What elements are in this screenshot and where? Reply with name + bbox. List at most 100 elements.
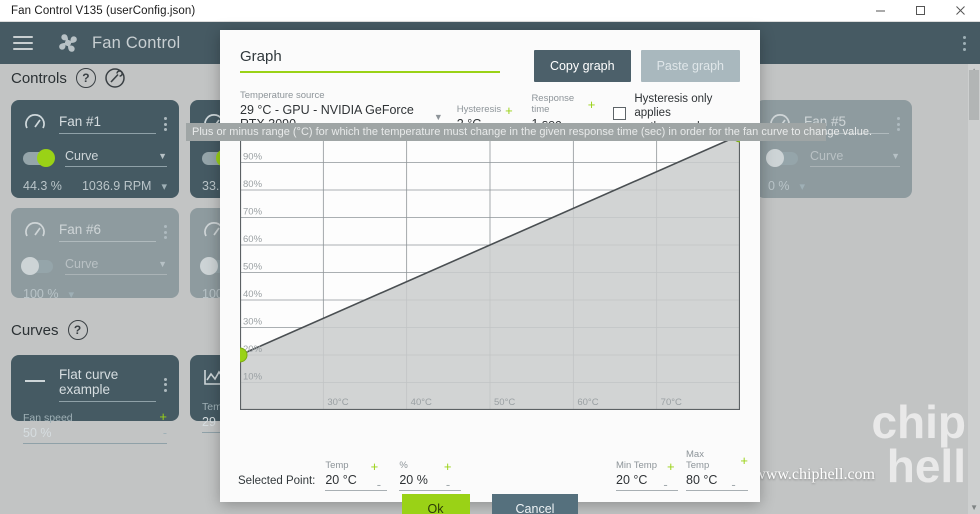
hysteresis-increment-button[interactable]: + (505, 104, 513, 117)
selected-percent-increment-button[interactable]: + (444, 460, 452, 473)
curve-card-header: Flat curve example (11, 355, 179, 402)
min-temp-decrement-button[interactable]: - (663, 478, 667, 491)
max-temp-label: Max Temp (686, 449, 710, 471)
max-temp-decrement-button[interactable]: - (731, 478, 735, 491)
fan-logo-icon (55, 30, 81, 56)
curve-sub-label-row: Fan speed + (11, 402, 179, 424)
graph-dialog: Graph Copy graph Paste graph Temperature… (220, 30, 760, 514)
fan-name[interactable]: Fan #6 (59, 222, 156, 242)
kebab-menu-icon[interactable] (156, 225, 167, 239)
kebab-menu-icon[interactable] (889, 117, 900, 131)
fan-toggle[interactable] (766, 149, 798, 167)
fan-mode-select[interactable]: Curve ▼ (810, 149, 900, 167)
cancel-button[interactable]: Cancel (491, 494, 579, 514)
selected-point-percent-field[interactable]: % + 20 % - (399, 460, 462, 491)
field-underline (686, 490, 748, 491)
kebab-menu-icon[interactable] (156, 117, 167, 131)
copy-graph-button[interactable]: Copy graph (533, 50, 631, 82)
fan-rpm: 1036.9 RPM (81, 179, 152, 193)
fan-mode-value: Curve (65, 149, 99, 163)
fan-mode-value: Curve (65, 257, 99, 271)
min-temp-value[interactable]: 20 °C (616, 473, 647, 490)
graph-ytick-label: 10% (243, 372, 263, 383)
fan-toggle[interactable] (23, 149, 55, 167)
fan-card[interactable]: Fan #6 Curve ▼ 100 % ▾ (11, 208, 179, 301)
fan-card-stats: 100 % ▾ (11, 275, 179, 301)
flat-curve-icon (23, 373, 47, 397)
expand-chevron-icon[interactable]: ▾ (68, 288, 74, 301)
hysteresis-only-checkbox[interactable] (613, 106, 627, 120)
chevron-down-icon: ▼ (891, 151, 900, 161)
max-temp-field[interactable]: Max Temp + 80 °C - (686, 449, 748, 491)
fan-name[interactable]: Fan #1 (59, 114, 156, 134)
max-temp-label-row: Max Temp + (686, 449, 748, 473)
wrench-icon[interactable] (105, 68, 125, 88)
window-buttons (860, 0, 980, 22)
fan-percent: 100 % (23, 287, 59, 301)
response-time-increment-button[interactable]: + (588, 98, 596, 111)
selected-temp-value[interactable]: 20 °C (325, 473, 356, 490)
vertical-scrollbar[interactable]: ▲ ▼ (968, 64, 980, 514)
max-temp-value[interactable]: 80 °C (686, 473, 717, 490)
fan-card-stats: 44.3 % 1036.9 RPM ▾ (11, 167, 179, 193)
dialog-header: Graph Copy graph Paste graph (220, 30, 760, 82)
expand-chevron-icon[interactable]: ▾ (800, 180, 806, 193)
fan-card-header: Fan #1 (11, 100, 179, 136)
selected-temp-increment-button[interactable]: + (371, 460, 379, 473)
controls-section-header: Controls ? (11, 68, 125, 88)
curve-name[interactable]: Flat curve example (59, 367, 156, 402)
selected-point-temp-field[interactable]: Temp + 20 °C - (325, 460, 388, 491)
minimize-icon[interactable] (860, 0, 900, 22)
fan-card[interactable]: Fan #1 Curve ▼ 44.3 % 1036.9 RPM ▾ (11, 100, 179, 198)
dialog-header-buttons: Copy graph Paste graph (533, 48, 740, 82)
paste-graph-button[interactable]: Paste graph (640, 50, 740, 82)
curve-card[interactable]: Flat curve example Fan speed + 50 % - (11, 355, 179, 444)
scroll-down-icon[interactable]: ▼ (970, 503, 978, 512)
graph-ytick-label: 80% (243, 179, 263, 190)
selected-percent-value[interactable]: 20 % (399, 473, 428, 490)
selected-temp-decrement-button[interactable]: - (377, 478, 381, 491)
fan-mode-select[interactable]: Curve ▼ (65, 257, 167, 275)
maximize-icon[interactable] (900, 0, 940, 22)
graph-xtick-label: 70°C (661, 397, 682, 408)
decrement-button[interactable]: - (163, 426, 167, 440)
window-titlebar: Fan Control V135 (userConfig.json) (0, 0, 980, 22)
graph-ytick-label: 70% (243, 207, 263, 218)
curve-value[interactable]: 50 % (23, 426, 52, 440)
dialog-title-wrap: Graph (240, 48, 500, 73)
fan-card-stats: 0 % ▾ (756, 167, 912, 193)
ok-button[interactable]: Ok (401, 494, 470, 514)
fan-curve-graph[interactable]: 10% 20% 30% 40% 50% 60% 70% 80% 90% 30°C 40°C 50°C 6… (240, 135, 740, 410)
expand-chevron-icon[interactable]: ▾ (161, 180, 167, 193)
graph-xtick-label: 60°C (577, 397, 598, 408)
hamburger-icon[interactable] (13, 36, 33, 50)
curve-sub-label: Fan speed (23, 412, 73, 424)
kebab-menu-icon[interactable] (156, 377, 167, 392)
dialog-title[interactable]: Graph (240, 48, 500, 71)
scrollbar-thumb[interactable] (969, 70, 979, 120)
min-temp-field[interactable]: Min Temp + 20 °C - (616, 460, 678, 491)
hysteresis-tooltip: Plus or minus range (°C) for which the t… (186, 123, 872, 141)
help-icon[interactable]: ? (67, 320, 88, 340)
graph-xtick-label: 40°C (411, 397, 432, 408)
fan-toggle[interactable] (21, 257, 53, 275)
increment-button[interactable]: + (159, 410, 167, 424)
fan-card-header: Fan #6 (11, 208, 179, 244)
selected-temp-label: Temp (325, 460, 349, 471)
fan-card-mode-row: Curve ▼ (11, 136, 179, 167)
min-temp-increment-button[interactable]: + (667, 460, 675, 473)
fan-mode-select[interactable]: Curve ▼ (65, 149, 167, 167)
max-temp-increment-button[interactable]: + (740, 454, 748, 467)
fan-card[interactable]: Fan #5 Curve ▼ 0 % ▾ (756, 100, 912, 198)
kebab-menu-icon[interactable] (963, 35, 966, 51)
help-icon[interactable]: ? (75, 68, 96, 88)
selected-point-label: Selected Point: (238, 475, 316, 487)
graph-svg[interactable]: 10%20%30%40%50%60%70%80%90%30°C 40°C 50°C 6… (240, 135, 740, 410)
fan-percent: 44.3 % (23, 179, 62, 193)
close-icon[interactable] (940, 0, 980, 22)
chevron-down-icon: ▼ (158, 151, 167, 161)
selected-percent-decrement-button[interactable]: - (446, 478, 450, 491)
fan-card-mode-row: Curve ▼ (11, 244, 179, 275)
chevron-down-icon[interactable]: ▼ (434, 112, 443, 122)
selected-percent-label-row: % + (399, 460, 461, 473)
